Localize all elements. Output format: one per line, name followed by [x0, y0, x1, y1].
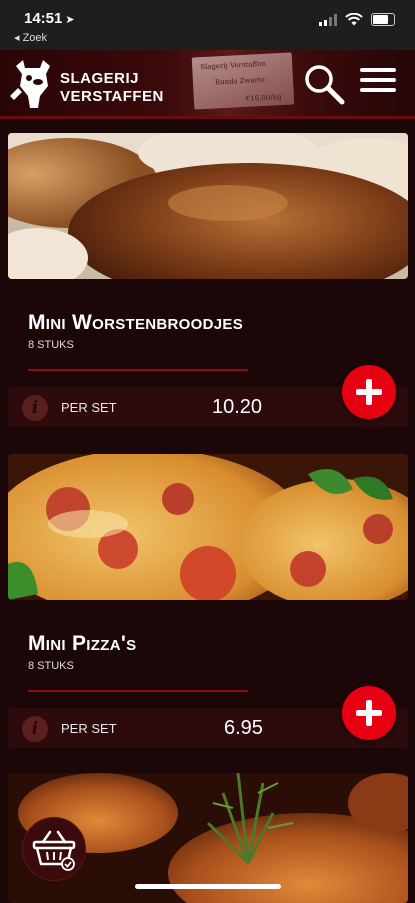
status-bar: 14:51 ➤ ◂ Zoek: [0, 0, 415, 50]
back-to-search-link[interactable]: ◂ Zoek: [14, 31, 47, 44]
unit-label: PER SET: [61, 400, 117, 415]
banner-label-price: €16,00/kg: [245, 93, 282, 103]
product-title: Mini Worstenbroodjes: [28, 311, 244, 334]
app-header: SLAGERIJ VERSTAFFEN Slagerij Verstaffen …: [0, 50, 415, 119]
brand-logo[interactable]: SLAGERIJ VERSTAFFEN: [10, 58, 163, 110]
shopping-basket-icon: [32, 830, 76, 871]
brand-name-line2: VERSTAFFEN: [60, 88, 164, 105]
search-icon[interactable]: [302, 62, 346, 106]
product-image[interactable]: [8, 454, 408, 600]
product-title: Mini Pizza's: [28, 632, 137, 655]
product-divider: [28, 369, 248, 371]
hamburger-menu-icon[interactable]: [360, 68, 396, 96]
brand-name-line1: SLAGERIJ: [60, 70, 140, 87]
info-icon[interactable]: i: [22, 395, 48, 421]
product-subtitle: 8 STUKS: [28, 660, 74, 672]
add-to-cart-plus-icon[interactable]: [342, 365, 396, 419]
banner-label-line1: Slagerij Verstaffen: [200, 59, 267, 72]
system-icons: [319, 13, 395, 26]
cart-button[interactable]: [22, 817, 86, 881]
product-card: Mini Pizza's 8 STUKS i PER SET 6.95: [8, 454, 408, 754]
banner-label-line2: Runds Zwarte: [214, 75, 266, 87]
unit-label: PER SET: [61, 721, 117, 736]
header-banner-label: Slagerij Verstaffen Runds Zwarte €16,00/…: [191, 52, 295, 110]
product-divider: [28, 690, 248, 692]
product-price: 6.95: [224, 717, 263, 739]
home-indicator[interactable]: [135, 884, 281, 889]
product-image[interactable]: [8, 133, 408, 279]
wifi-icon: [345, 13, 363, 26]
cow-logo-icon: [10, 60, 50, 108]
status-time: 14:51 ➤: [24, 10, 75, 27]
cellular-signal-icon: [319, 13, 337, 26]
info-icon[interactable]: i: [22, 716, 48, 742]
product-subtitle: 8 STUKS: [28, 339, 74, 351]
product-price: 10.20: [212, 396, 263, 418]
add-to-cart-plus-icon[interactable]: [342, 686, 396, 740]
battery-icon: [371, 13, 395, 26]
product-card: Mini Worstenbroodjes 8 STUKS i PER SET 1…: [8, 133, 408, 433]
time-label: 14:51: [24, 10, 63, 27]
location-arrow-icon: ➤: [65, 14, 75, 26]
